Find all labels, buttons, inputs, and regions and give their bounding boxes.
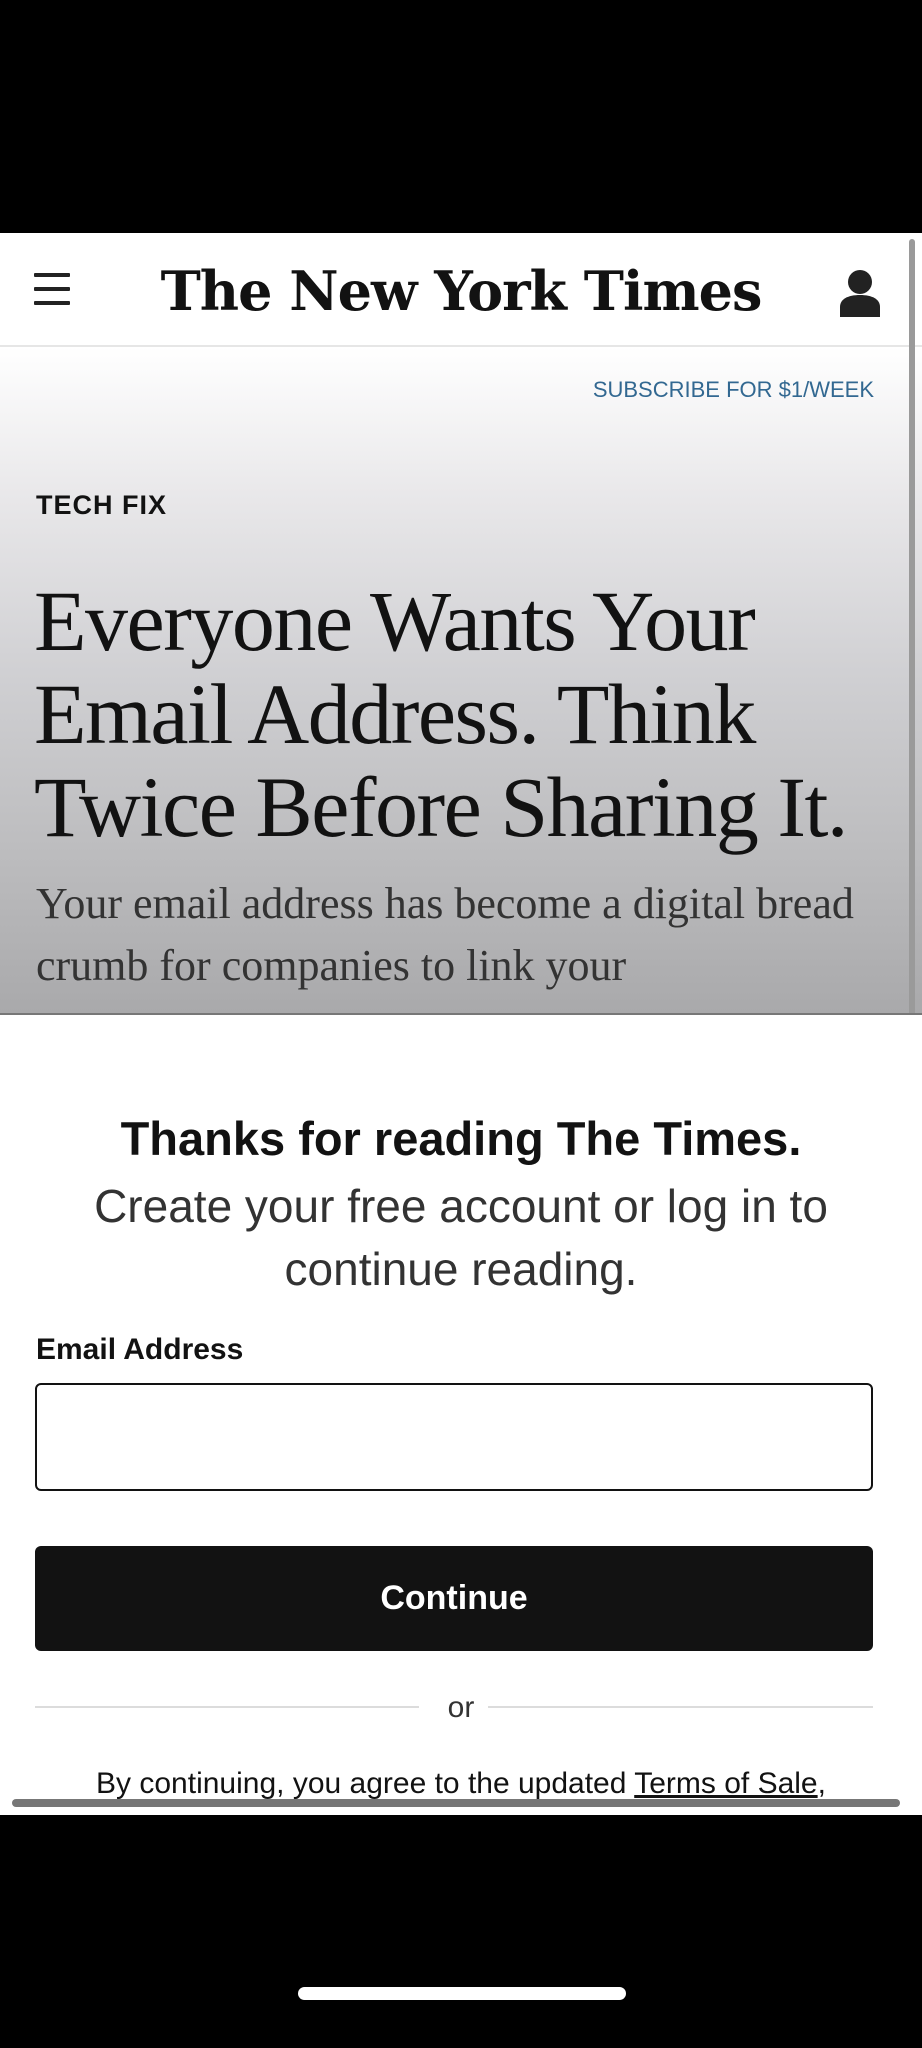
continue-button[interactable]: Continue: [35, 1546, 873, 1651]
article-hero: SUBSCRIBE FOR $1/WEEK TECH FIX Everyone …: [0, 347, 922, 1013]
section-kicker[interactable]: TECH FIX: [36, 490, 167, 521]
terms-suffix: ,: [817, 1767, 826, 1800]
account-icon[interactable]: [838, 269, 882, 317]
paywall-title: Thanks for reading The Times.: [120, 1112, 802, 1165]
person-icon: [840, 270, 880, 317]
terms-prefix: By continuing, you agree to the updated: [96, 1767, 635, 1800]
email-label: Email Address: [36, 1333, 244, 1366]
article-headline: Everyone Wants Your Email Address. Think…: [34, 573, 848, 855]
email-field[interactable]: [35, 1383, 873, 1491]
nyt-logo[interactable]: The New York Times: [0, 259, 922, 323]
terms-of-sale-link[interactable]: Terms of Sale: [634, 1767, 817, 1800]
or-separator: or: [447, 1691, 475, 1724]
divider-right: [488, 1706, 873, 1708]
registration-wall: Thanks for reading The Times. Create you…: [0, 1013, 922, 1815]
bottom-scroll-bar: [12, 1799, 900, 1807]
paywall-subtitle: Create your free account or log in to co…: [94, 1180, 828, 1295]
home-indicator[interactable]: [298, 1987, 626, 2000]
subscribe-link[interactable]: SUBSCRIBE FOR $1/WEEK: [593, 377, 874, 403]
app-screen: The New York Times SUBSCRIBE FOR $1/WEEK…: [0, 233, 922, 1815]
top-header: The New York Times: [0, 233, 922, 347]
article-summary: Your email address has become a digital …: [36, 879, 854, 990]
terms-notice: By continuing, you agree to the updated …: [0, 1767, 922, 1801]
